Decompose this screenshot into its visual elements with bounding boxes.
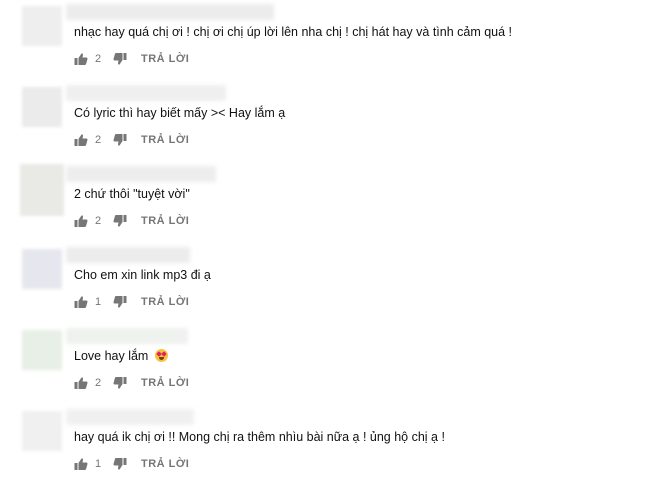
avatar[interactable] bbox=[22, 6, 62, 46]
comment-item: Love hay lắm 2 TRẢ LỜI bbox=[0, 324, 660, 405]
comment-actions: 1 TRẢ LỜI bbox=[74, 295, 189, 309]
comment-item: nhạc hay quá chị ơi ! chị ơi chị úp lời … bbox=[0, 0, 660, 81]
reply-button[interactable]: TRẢ LỜI bbox=[141, 53, 189, 65]
like-count: 2 bbox=[95, 134, 102, 146]
like-count: 1 bbox=[95, 296, 102, 308]
comment-item: Có lyric thì hay biết mấy >< Hay lắm ạ 2… bbox=[0, 81, 660, 162]
author-name-blurred[interactable] bbox=[66, 85, 226, 101]
reply-button[interactable]: TRẢ LỜI bbox=[141, 134, 189, 146]
comment-actions: 2 TRẢ LỜI bbox=[74, 376, 189, 390]
comment-item: 2 chứ thôi "tuyệt vời" 2 TRẢ LỜI bbox=[0, 162, 660, 243]
like-count: 2 bbox=[95, 53, 102, 65]
reply-button[interactable]: TRẢ LỜI bbox=[141, 296, 189, 308]
thumbs-up-icon[interactable] bbox=[74, 214, 88, 228]
thumbs-up-icon[interactable] bbox=[74, 133, 88, 147]
avatar[interactable] bbox=[22, 249, 62, 289]
reply-button[interactable]: TRẢ LỜI bbox=[141, 377, 189, 389]
comment-text: Có lyric thì hay biết mấy >< Hay lắm ạ bbox=[74, 106, 286, 120]
thumbs-down-icon[interactable] bbox=[113, 457, 127, 471]
avatar[interactable] bbox=[20, 164, 64, 216]
thumbs-down-icon[interactable] bbox=[113, 295, 127, 309]
comment-text: Cho em xin link mp3 đi ạ bbox=[74, 268, 211, 282]
heart-eyes-emoji-icon bbox=[154, 349, 168, 362]
like-count: 2 bbox=[95, 377, 102, 389]
avatar[interactable] bbox=[22, 411, 62, 451]
like-count: 2 bbox=[95, 215, 102, 227]
comment-actions: 2 TRẢ LỜI bbox=[74, 133, 189, 147]
thumbs-down-icon[interactable] bbox=[113, 52, 127, 66]
author-name-blurred[interactable] bbox=[66, 247, 190, 263]
thumbs-down-icon[interactable] bbox=[113, 133, 127, 147]
thumbs-up-icon[interactable] bbox=[74, 295, 88, 309]
comment-text-content: Love hay lắm bbox=[74, 349, 149, 363]
comment-text: 2 chứ thôi "tuyệt vời" bbox=[74, 187, 190, 201]
comment-item: Cho em xin link mp3 đi ạ 1 TRẢ LỜI bbox=[0, 243, 660, 324]
reply-button[interactable]: TRẢ LỜI bbox=[141, 458, 189, 470]
author-name-blurred[interactable] bbox=[66, 166, 216, 182]
comment-text: Love hay lắm bbox=[74, 348, 168, 364]
thumbs-down-icon[interactable] bbox=[113, 214, 127, 228]
thumbs-up-icon[interactable] bbox=[74, 52, 88, 66]
thumbs-up-icon[interactable] bbox=[74, 376, 88, 390]
reply-button[interactable]: TRẢ LỜI bbox=[141, 215, 189, 227]
like-count: 1 bbox=[95, 458, 102, 470]
comment-actions: 2 TRẢ LỜI bbox=[74, 52, 189, 66]
author-name-blurred[interactable] bbox=[66, 4, 274, 20]
author-name-blurred[interactable] bbox=[66, 328, 188, 344]
comment-text: hay quá ik chị ơi !! Mong chị ra thêm nh… bbox=[74, 430, 445, 444]
avatar[interactable] bbox=[22, 87, 62, 127]
comment-text: nhạc hay quá chị ơi ! chị ơi chị úp lời … bbox=[74, 25, 513, 39]
comment-actions: 2 TRẢ LỜI bbox=[74, 214, 189, 228]
thumbs-down-icon[interactable] bbox=[113, 376, 127, 390]
comment-item: hay quá ik chị ơi !! Mong chị ra thêm nh… bbox=[0, 405, 660, 479]
thumbs-up-icon[interactable] bbox=[74, 457, 88, 471]
comment-actions: 1 TRẢ LỜI bbox=[74, 457, 189, 471]
avatar[interactable] bbox=[22, 330, 62, 370]
author-name-blurred[interactable] bbox=[66, 409, 194, 425]
